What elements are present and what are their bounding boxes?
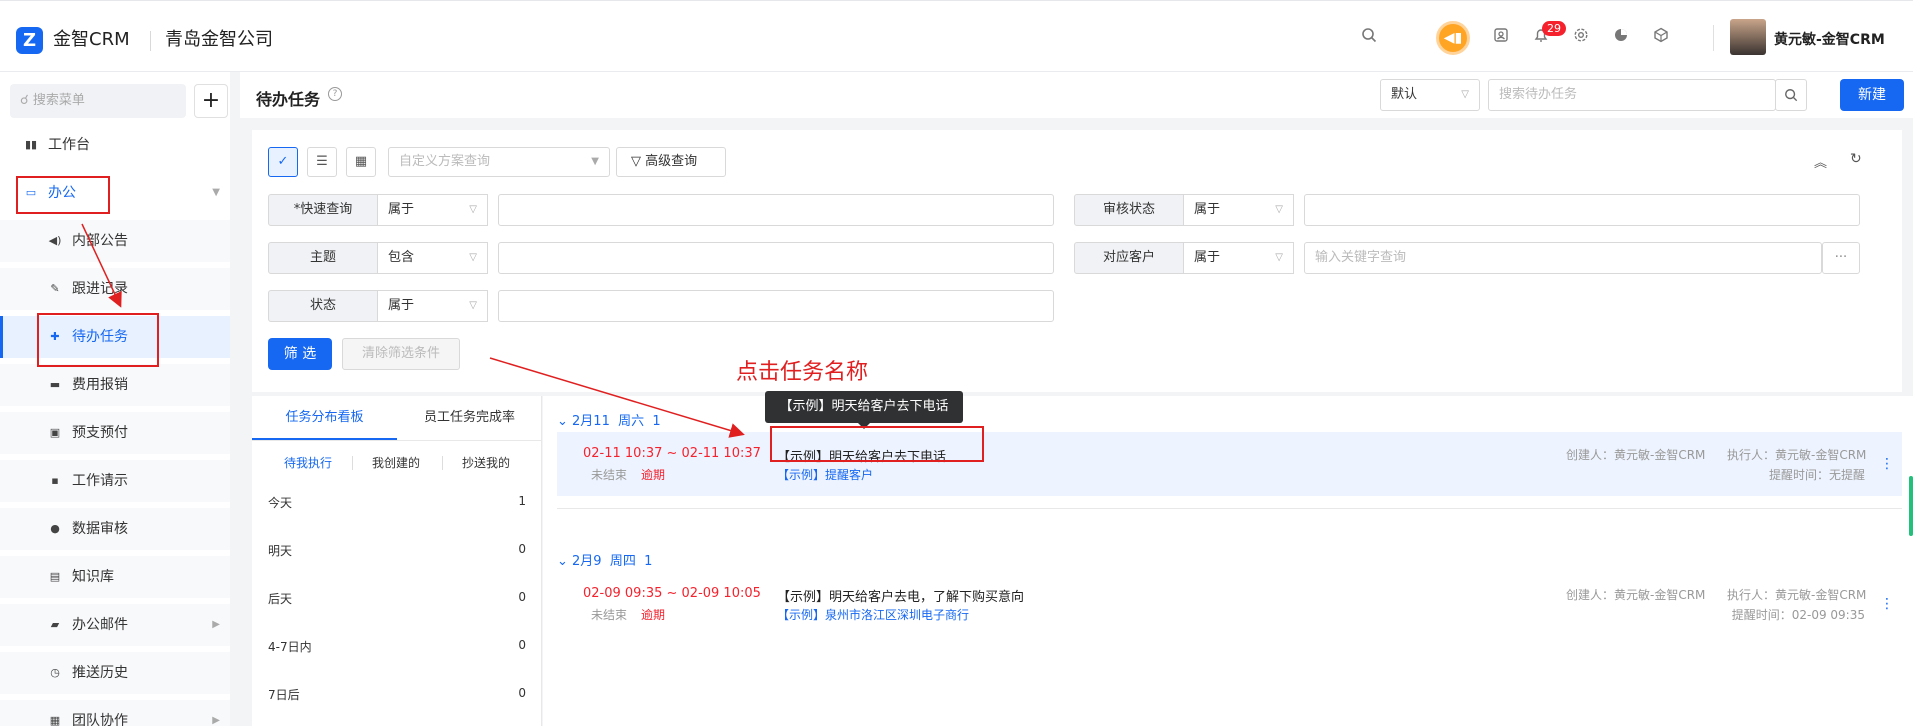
annotation-arrow	[81, 223, 122, 308]
annotation-arrows	[81, 223, 745, 438]
annotation-arrow	[489, 357, 745, 438]
